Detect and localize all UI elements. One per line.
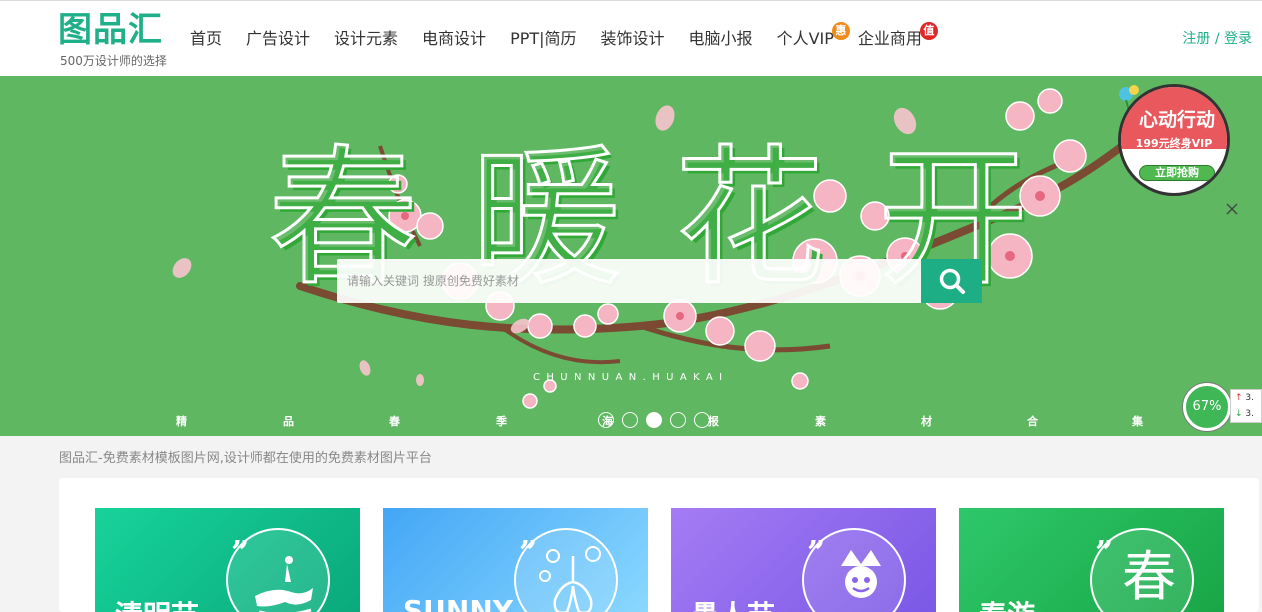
hero-banner[interactable]: 春 暖 花 开 CHUNNUAN.HUAKAI 精 品 春 季 海 报 素 材 … [0,76,1262,436]
upload-row: ↑ 3. [1231,390,1261,406]
caption-char: 合 [1027,415,1038,428]
topic-card[interactable]: ” SUNNY [383,508,648,612]
nav-item-home[interactable]: 首页 [178,1,234,77]
nav-item-label: PPT|简历 [510,29,577,48]
lungs-virus-icon [539,546,601,612]
caption-char: 春 [389,415,400,428]
nav-item-label: 个人VIP [776,29,834,48]
upload-value: 3. [1245,393,1255,403]
nav-item-ppt-resume[interactable]: PPT|简历 [498,1,588,77]
nav-item-label: 电商设计 [422,29,487,48]
caption-char: 素 [815,415,826,428]
caption-char: 集 [1132,415,1143,428]
search-bar [337,259,982,303]
carousel-dot-active[interactable] [646,412,662,428]
topic-card[interactable]: ” 清明节 [95,508,360,612]
buy-now-button[interactable]: 立即抢购 [1139,165,1215,181]
promo-subtitle: 199元终身VIP [1135,137,1213,150]
caption-char: 材 [921,415,932,428]
down-arrow-icon: ↓ [1235,409,1243,419]
site-tagline: 图品汇-免费素材模板图片网,设计师都在使用的免费素材图片平台 [59,451,432,466]
topic-card[interactable]: ” 愚人节 [671,508,936,612]
carousel-dot[interactable] [622,412,638,428]
caption-char: 季 [496,415,507,428]
carousel-dot[interactable] [670,412,686,428]
spring-char-icon: 春 [1122,545,1176,608]
nav-item-pc-newsletter[interactable]: 电脑小报 [677,1,765,77]
card-title: 清明节 [115,594,199,612]
login-link[interactable]: 登录 [1224,31,1252,47]
card-title: 愚人节 [691,594,775,612]
caption-char: 品 [283,415,294,428]
carousel-dot[interactable] [598,412,614,428]
nav-item-decoration[interactable]: 装饰设计 [589,1,677,77]
nav-item-design-elements[interactable]: 设计元素 [322,1,410,77]
main-nav: 首页 广告设计 设计元素 电商设计 PPT|简历 装饰设计 电脑小报 个人VIP… [178,1,938,77]
card-title: SUNNY [403,594,514,612]
download-row: ↓ 3. [1231,406,1261,422]
banner-subtitle: CHUNNUAN.HUAKAI [533,372,729,383]
promo-title: 心动行动 [1138,109,1215,131]
up-arrow-icon: ↑ [1235,393,1243,403]
auth-separator: / [1210,31,1224,47]
nav-item-label: 首页 [190,29,223,48]
nav-item-label: 企业商用 [857,29,922,48]
nav-item-label: 设计元素 [334,29,399,48]
search-button[interactable] [921,259,982,303]
register-link[interactable]: 注册 [1182,31,1210,47]
carousel-indicators [598,412,710,428]
search-input[interactable] [337,259,921,303]
download-value: 3. [1245,409,1255,419]
promo-circle: 心动行动 199元终身VIP 立即抢购 [1118,84,1230,196]
horse-rider-icon [255,556,313,612]
nav-item-ecommerce[interactable]: 电商设计 [410,1,498,77]
nav-item-label: 装饰设计 [600,29,665,48]
carousel-dot[interactable] [694,412,710,428]
search-icon [939,268,965,294]
caption-char: 精 [176,415,187,428]
value-badge: 值 [919,22,938,40]
auth-links: 注册 / 登录 [1182,1,1252,77]
nav-item-label: 广告设计 [246,29,311,48]
logo-text: 图品汇 [58,10,163,50]
close-icon[interactable] [1226,202,1238,218]
speed-meter[interactable]: 67% [1183,383,1231,431]
nav-item-enterprise[interactable]: 企业商用 值 [846,1,938,77]
nav-item-label: 电脑小报 [688,29,753,48]
logo-slogan: 500万设计师的选择 [60,54,167,68]
card-title: 春游 [979,594,1035,612]
jester-icon [841,550,881,598]
speed-panel: ↑ 3. ↓ 3. [1230,389,1262,423]
topic-card[interactable]: ” 春 春游 [959,508,1224,612]
nav-item-ad-design[interactable]: 广告设计 [234,1,322,77]
site-logo[interactable]: 图品汇 500万设计师的选择 [58,9,170,69]
vip-promo-badge[interactable]: 心动行动 199元终身VIP 立即抢购 [1112,80,1252,204]
nav-item-personal-vip[interactable]: 个人VIP 惠 [765,1,850,77]
top-header: 图品汇 500万设计师的选择 首页 广告设计 设计元素 电商设计 PPT|简历 … [0,0,1262,76]
